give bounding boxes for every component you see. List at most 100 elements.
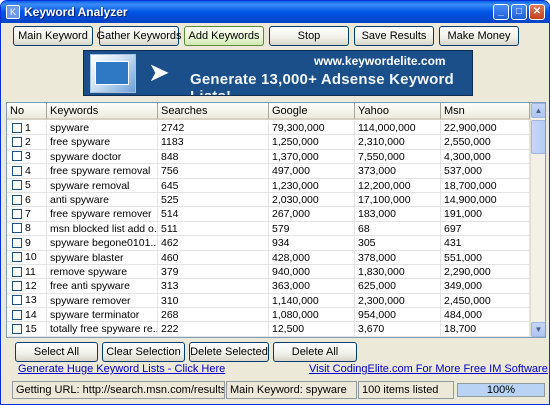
row-checkbox[interactable] (12, 137, 22, 148)
codingelite-link[interactable]: Visit CodingElite.com For More Free IM S… (309, 363, 548, 375)
cell-keyword: spyware begone0101... (47, 236, 158, 251)
gather-keywords-button[interactable]: Gather Keywords (97, 26, 182, 46)
cell-keyword: free anti spyware (47, 279, 158, 294)
make-money-button[interactable]: Make Money (439, 26, 519, 46)
cell-google: 267,000 (269, 207, 355, 222)
main-keyword-button[interactable]: Main Keyword (13, 26, 93, 46)
table-row[interactable]: 7 free spyware remover 514 267,000 183,000 19… (7, 207, 530, 222)
table-row[interactable]: 8 msn blocked list add o... 511 579 68 697 (7, 221, 530, 237)
delete-selected-button[interactable]: Delete Selected (189, 342, 269, 362)
row-checkbox[interactable] (12, 295, 22, 306)
cell-no: 11 (7, 264, 47, 280)
scroll-up-icon[interactable]: ▲ (531, 103, 545, 118)
row-checkbox[interactable] (12, 309, 22, 320)
column-header-keywords[interactable]: Keywords (47, 103, 158, 120)
cell-google: 79,300,000 (269, 121, 355, 136)
column-header-google[interactable]: Google (269, 103, 355, 120)
cell-searches: 460 (158, 250, 269, 265)
maximize-icon[interactable]: □ (511, 4, 527, 20)
cell-no: 4 (7, 164, 47, 179)
vertical-scrollbar[interactable]: ▲ ▼ (530, 103, 545, 337)
row-checkbox[interactable] (12, 209, 22, 220)
cell-google: 12,500 (269, 322, 355, 337)
save-results-button[interactable]: Save Results (354, 26, 434, 46)
cell-searches: 2742 (158, 121, 269, 136)
cell-google: 940,000 (269, 264, 355, 280)
table-row[interactable]: 12 free anti spyware 313 363,000 625,000 349,… (7, 279, 530, 294)
table-row[interactable]: 11 remove spyware 379 940,000 1,830,000 2,290… (7, 264, 530, 280)
column-header-searches[interactable]: Searches (158, 103, 269, 120)
cell-google: 934 (269, 236, 355, 251)
cell-yahoo: 17,100,000 (355, 192, 441, 208)
stop-button[interactable]: Stop (269, 26, 349, 46)
table-row[interactable]: 5 spyware removal 645 1,230,000 12,200,000 18… (7, 178, 530, 193)
cell-google: 428,000 (269, 250, 355, 265)
row-number: 2 (25, 136, 31, 149)
table-row[interactable]: 2 free spyware 1183 1,250,000 2,310,000 2,550… (7, 135, 530, 150)
row-number: 7 (25, 208, 31, 221)
scroll-down-icon[interactable]: ▼ (531, 322, 545, 337)
row-checkbox[interactable] (12, 324, 22, 335)
row-number: 5 (25, 179, 31, 192)
row-checkbox[interactable] (12, 223, 22, 234)
cell-google: 1,080,000 (269, 308, 355, 323)
cell-google: 2,030,000 (269, 192, 355, 208)
row-checkbox[interactable] (12, 151, 22, 162)
column-header-yahoo[interactable]: Yahoo (355, 103, 441, 120)
row-number: 15 (25, 323, 37, 336)
select-all-button[interactable]: Select All (15, 342, 98, 362)
row-checkbox[interactable] (12, 180, 22, 191)
table-row[interactable]: 15 totally free spyware re... 222 12,500 3,6… (7, 322, 530, 337)
grid-header: No Keywords Searches Google Yahoo Msn (7, 103, 530, 120)
cell-searches: 222 (158, 322, 269, 337)
table-row[interactable]: 10 spyware blaster 460 428,000 378,000 551,00… (7, 250, 530, 265)
cell-google: 579 (269, 221, 355, 237)
column-header-no[interactable]: No (7, 103, 47, 120)
column-header-msn[interactable]: Msn (441, 103, 530, 120)
row-number: 9 (25, 236, 31, 249)
minimize-icon[interactable]: _ (493, 4, 509, 20)
cell-msn: 14,900,000 (441, 192, 530, 208)
table-row[interactable]: 14 spyware terminator 268 1,080,000 954,000 4… (7, 308, 530, 323)
cell-yahoo: 378,000 (355, 250, 441, 265)
row-checkbox[interactable] (12, 280, 22, 291)
row-number: 13 (25, 294, 37, 307)
cell-yahoo: 12,200,000 (355, 178, 441, 193)
cell-no: 12 (7, 279, 47, 294)
row-checkbox[interactable] (12, 252, 22, 263)
add-keywords-button[interactable]: Add Keywords (184, 26, 264, 46)
cell-msn: 551,000 (441, 250, 530, 265)
ad-banner[interactable]: ➤ www.keywordelite.com Generate 13,000+ … (83, 50, 473, 96)
huge-keyword-lists-link[interactable]: Generate Huge Keyword Lists - Click Here (18, 363, 225, 375)
cell-no: 15 (7, 322, 47, 337)
cell-yahoo: 954,000 (355, 308, 441, 323)
table-row[interactable]: 13 spyware remover 310 1,140,000 2,300,000 2,… (7, 293, 530, 309)
title-bar[interactable]: K Keyword Analyzer _ □ ✕ (1, 1, 549, 23)
close-icon[interactable]: ✕ (529, 4, 545, 20)
cell-yahoo: 305 (355, 236, 441, 251)
row-checkbox[interactable] (12, 266, 22, 277)
table-row[interactable]: 4 free spyware removal 756 497,000 373,000 53… (7, 164, 530, 179)
row-checkbox[interactable] (12, 237, 22, 248)
cell-keyword: free spyware remover (47, 207, 158, 222)
cell-msn: 22,900,000 (441, 121, 530, 136)
delete-all-button[interactable]: Delete All (273, 342, 357, 362)
cell-yahoo: 2,310,000 (355, 135, 441, 150)
cell-keyword: spyware remover (47, 293, 158, 309)
keyword-grid[interactable]: No Keywords Searches Google Yahoo Msn 1 s… (6, 102, 546, 338)
table-row[interactable]: 6 anti spyware 525 2,030,000 17,100,000 14,90… (7, 192, 530, 208)
cell-yahoo: 114,000,000 (355, 121, 441, 136)
cell-searches: 268 (158, 308, 269, 323)
clear-selection-button[interactable]: Clear Selection (102, 342, 185, 362)
row-checkbox[interactable] (12, 122, 22, 133)
table-row[interactable]: 3 spyware doctor 848 1,370,000 7,550,000 4,30… (7, 149, 530, 165)
table-row[interactable]: 1 spyware 2742 79,300,000 114,000,000 22,900,… (7, 121, 530, 136)
row-number: 14 (25, 308, 37, 321)
row-checkbox[interactable] (12, 165, 22, 176)
scroll-thumb[interactable] (531, 120, 545, 154)
row-checkbox[interactable] (12, 194, 22, 205)
row-number: 4 (25, 164, 31, 177)
cell-yahoo: 625,000 (355, 279, 441, 294)
cell-no: 5 (7, 178, 47, 193)
table-row[interactable]: 9 spyware begone0101... 462 934 305 431 (7, 236, 530, 251)
